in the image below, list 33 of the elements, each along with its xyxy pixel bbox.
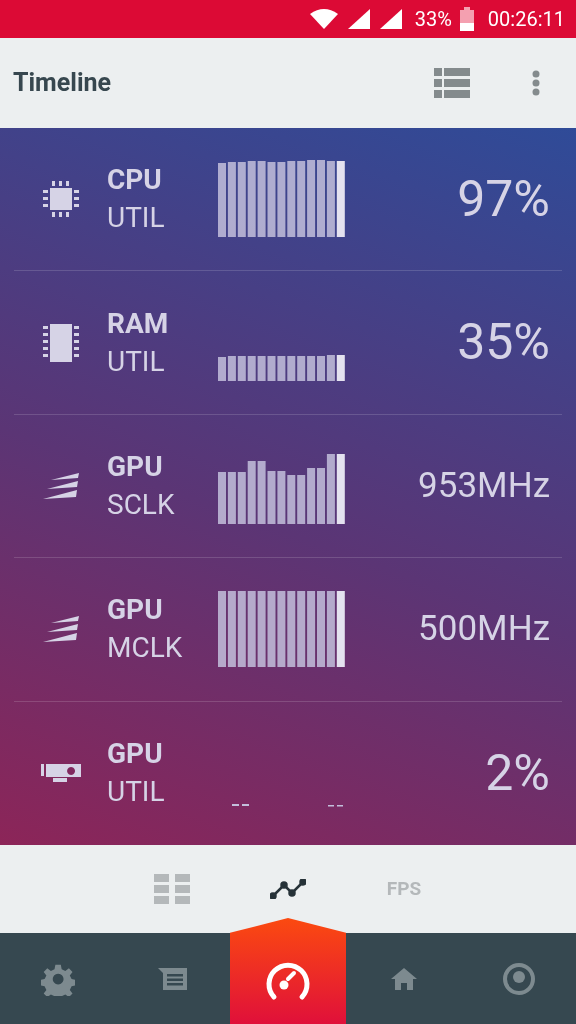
more-options-icon[interactable] [532, 70, 540, 96]
metric-name: CPU [107, 162, 163, 199]
message-icon [157, 966, 188, 991]
line-chart-icon [270, 879, 306, 899]
metric-type: UTIL [107, 774, 166, 811]
metric-type: MCLK [107, 630, 184, 667]
battery-percent: 33% [414, 6, 452, 33]
metric-type: UTIL [107, 200, 166, 237]
nav-tab[interactable] [230, 918, 346, 1024]
metric-name: GPU [107, 736, 164, 773]
metric-name: GPU [107, 592, 164, 629]
metric-value: 500MHz [417, 607, 551, 652]
metric-value: 2% [484, 742, 551, 804]
fps-tab[interactable]: FPS [346, 859, 462, 919]
grid-icon [154, 874, 190, 904]
metric-value: 97% [456, 168, 551, 230]
metric-value: 953MHz [417, 463, 551, 508]
clock-time: 00:26:11 [487, 6, 565, 33]
home-icon [390, 967, 417, 990]
memory-chip-icon [40, 322, 81, 363]
chip-icon [40, 179, 81, 220]
battery-icon [459, 7, 474, 31]
metric-name: GPU [107, 448, 164, 485]
wifi-icon [308, 8, 339, 30]
app-title: Timeline [13, 67, 112, 100]
signal-icon [378, 8, 403, 30]
metric-name: RAM [107, 305, 170, 342]
list-view-icon[interactable] [434, 68, 470, 98]
metric-value: 35% [456, 312, 551, 374]
signal-icon [346, 8, 371, 30]
metric-type: UTIL [107, 343, 166, 380]
profile-icon [501, 961, 536, 996]
metric-type: SCLK [107, 486, 176, 523]
